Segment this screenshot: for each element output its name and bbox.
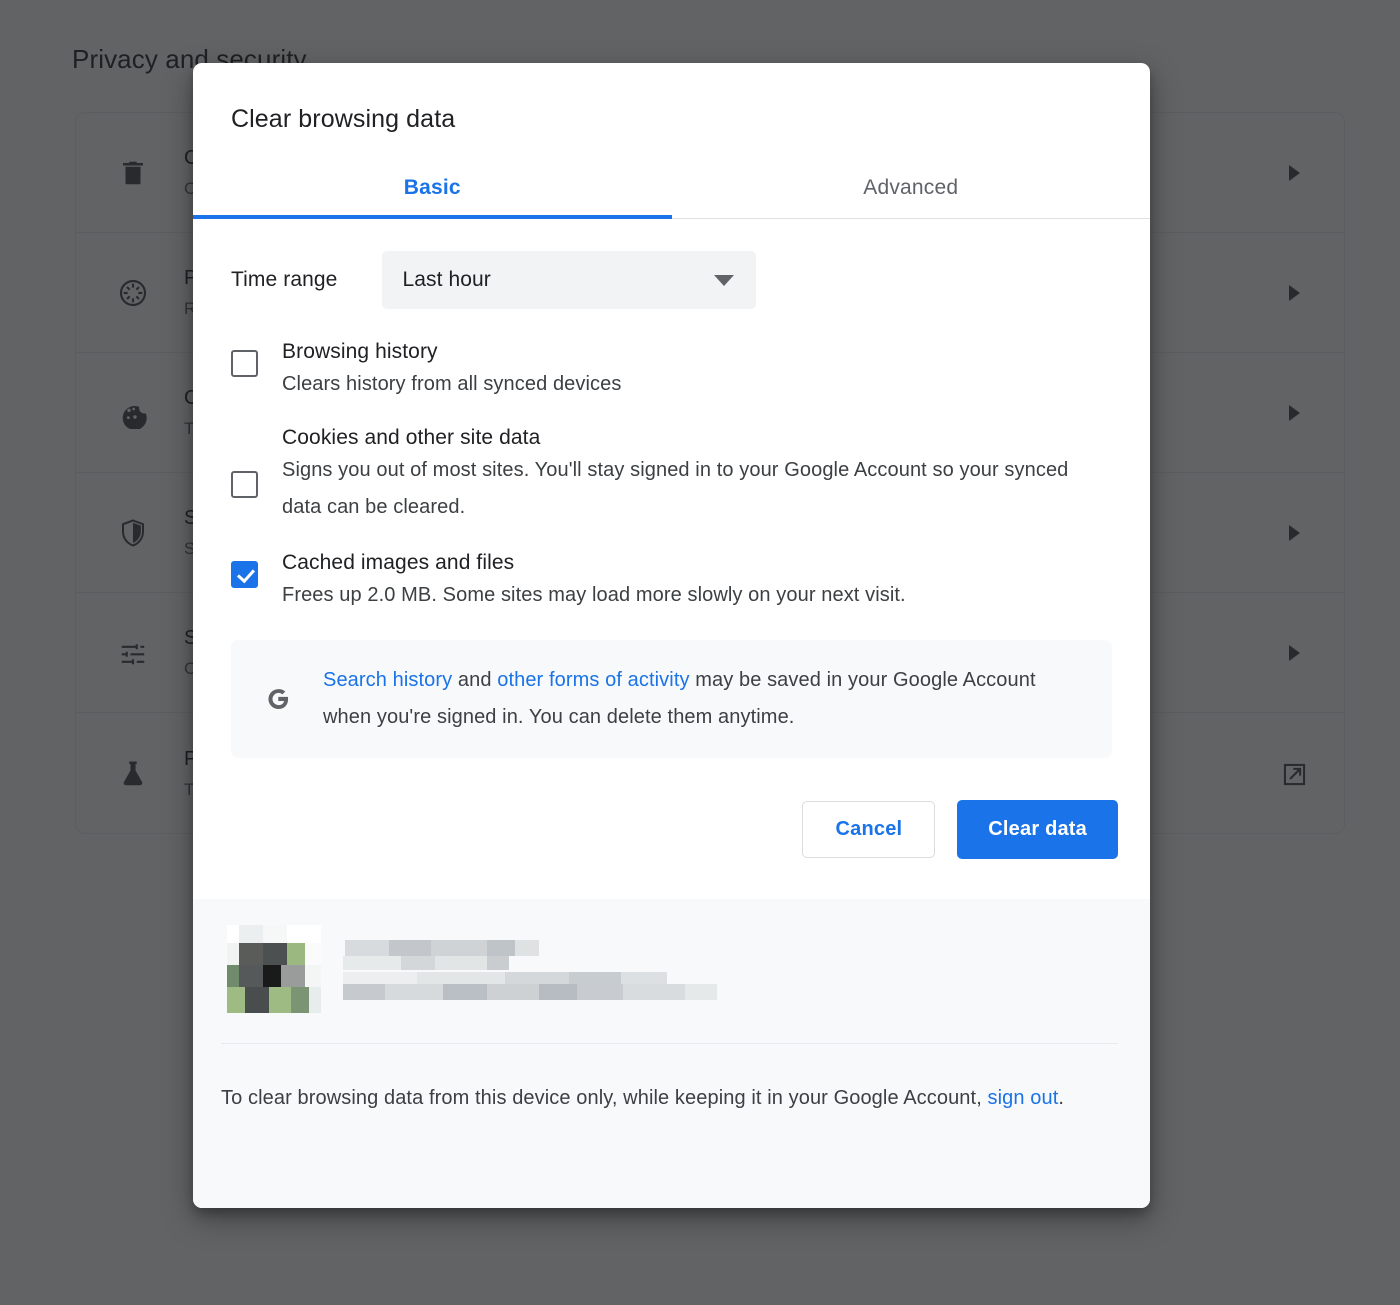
google-banner-text: Search history and other forms of activi… (323, 662, 1086, 736)
option-title: Cached images and files (282, 548, 1112, 577)
chevron-down-icon (714, 275, 734, 286)
dialog-footer: To clear browsing data from this device … (193, 899, 1150, 1208)
dialog-actions: Cancel Clear data (193, 758, 1150, 899)
google-g-icon (255, 682, 301, 716)
time-range-label: Time range (231, 268, 337, 292)
search-history-link[interactable]: Search history (323, 669, 452, 691)
option-cookies-and-site-data[interactable]: Cookies and other site data Signs you ou… (231, 423, 1112, 526)
clear-browsing-data-dialog: Clear browsing data Basic Advanced Time … (193, 63, 1150, 1208)
cookies-checkbox[interactable] (231, 471, 258, 498)
dialog-title: Clear browsing data (193, 63, 1150, 135)
dialog-body: Time range Last hour Browsing history Cl… (193, 219, 1150, 758)
footer-note: To clear browsing data from this device … (221, 1044, 1118, 1117)
dialog-tabs: Basic Advanced (193, 159, 1150, 219)
option-cached-images-and-files[interactable]: Cached images and files Frees up 2.0 MB.… (231, 548, 1112, 614)
browsing-history-checkbox[interactable] (231, 350, 258, 377)
option-title: Browsing history (282, 337, 1112, 366)
avatar (227, 925, 321, 1013)
time-range-select[interactable]: Last hour (382, 251, 756, 309)
banner-mid-text: and (452, 669, 497, 691)
option-title: Cookies and other site data (282, 423, 1112, 452)
clear-options-list: Browsing history Clears history from all… (231, 337, 1112, 614)
sign-out-link[interactable]: sign out (988, 1087, 1059, 1109)
footer-note-suffix: . (1058, 1087, 1064, 1109)
other-forms-of-activity-link[interactable]: other forms of activity (497, 669, 689, 691)
google-activity-banner: Search history and other forms of activi… (231, 640, 1112, 758)
account-row[interactable] (221, 899, 1118, 1044)
option-text: Cached images and files Frees up 2.0 MB.… (282, 548, 1112, 614)
cached-images-checkbox[interactable] (231, 561, 258, 588)
account-name-and-email (343, 938, 1118, 1000)
option-text: Browsing history Clears history from all… (282, 337, 1112, 403)
footer-note-prefix: To clear browsing data from this device … (221, 1087, 988, 1109)
clear-data-button[interactable]: Clear data (957, 800, 1118, 859)
tab-basic[interactable]: Basic (193, 159, 672, 218)
cancel-button[interactable]: Cancel (802, 801, 935, 858)
blurred-account-text (343, 938, 763, 1000)
option-subtitle: Clears history from all synced devices (282, 366, 1112, 403)
tab-advanced[interactable]: Advanced (672, 159, 1151, 218)
option-subtitle: Signs you out of most sites. You'll stay… (282, 452, 1112, 526)
option-browsing-history[interactable]: Browsing history Clears history from all… (231, 337, 1112, 403)
time-range-row: Time range Last hour (231, 251, 1112, 309)
tab-active-underline (193, 215, 672, 219)
time-range-selected-value: Last hour (402, 268, 714, 292)
option-text: Cookies and other site data Signs you ou… (282, 423, 1112, 526)
option-subtitle: Frees up 2.0 MB. Some sites may load mor… (282, 577, 1112, 614)
